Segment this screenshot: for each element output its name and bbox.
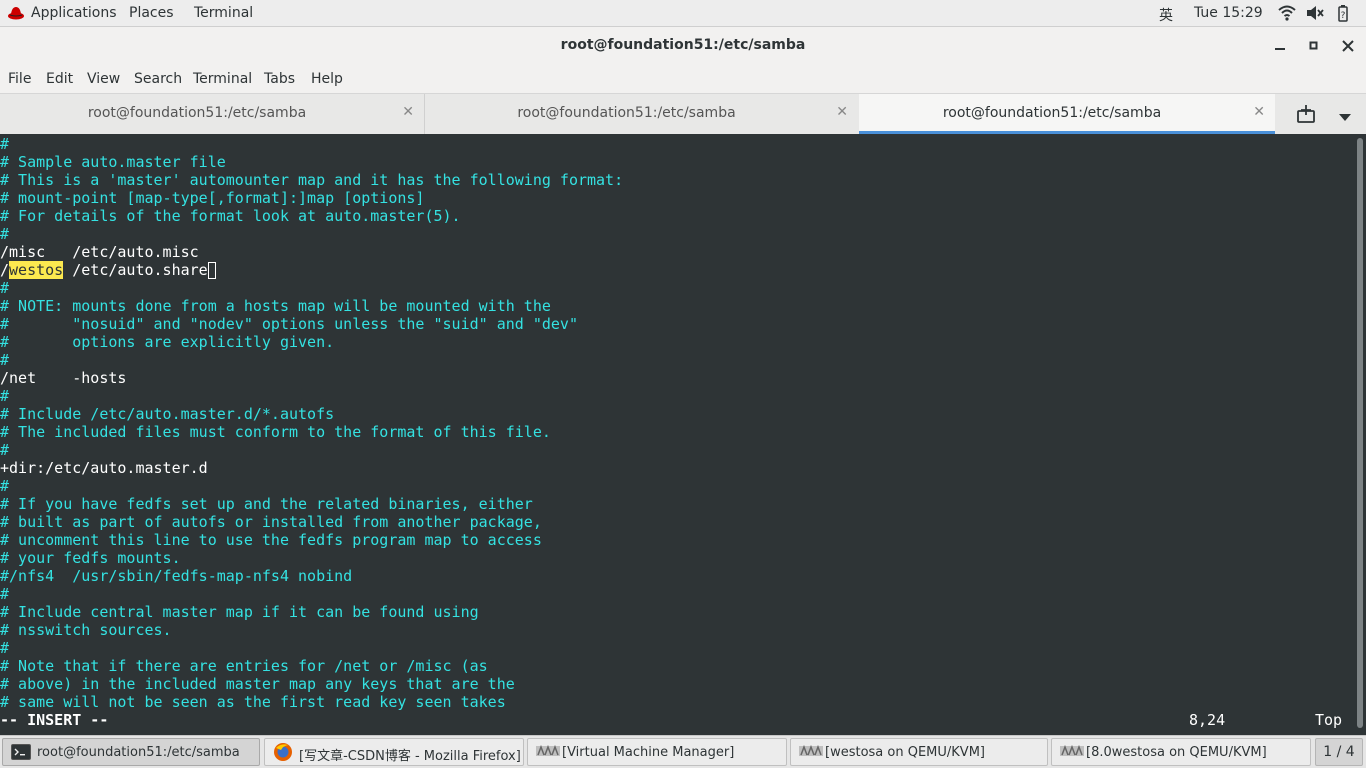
minimize-button[interactable] <box>1269 35 1291 57</box>
virt-manager-icon <box>1060 744 1084 760</box>
menu-help[interactable]: Help <box>311 71 343 87</box>
close-tab-icon[interactable]: ✕ <box>836 104 848 120</box>
menu-terminal[interactable]: Terminal <box>193 71 252 87</box>
menu-file[interactable]: File <box>8 71 31 87</box>
terminal-line: # same will not be seen as the first rea… <box>0 693 506 711</box>
terminal-line: # <box>0 351 10 369</box>
terminal-line: # <box>0 387 10 405</box>
terminal-line: # Note that if there are entries for /ne… <box>0 657 488 675</box>
close-tab-icon[interactable]: ✕ <box>1253 104 1265 120</box>
svg-text:?: ? <box>1341 11 1346 21</box>
taskbar-item-firefox[interactable]: [写文章-CSDN博客 - Mozilla Firefox] <box>264 738 524 766</box>
menu-view[interactable]: View <box>87 71 120 87</box>
volume-muted-icon[interactable] <box>1305 4 1325 26</box>
terminal-line: # <box>0 441 10 459</box>
terminal-tab-1[interactable]: root@foundation51:/etc/samba ✕ <box>0 94 425 134</box>
places-menu[interactable]: Places <box>129 5 174 21</box>
tab-label: root@foundation51:/etc/samba <box>517 105 736 121</box>
firefox-icon <box>273 743 293 761</box>
terminal-scrollbar[interactable] <box>1354 134 1366 735</box>
top-panel: Applications Places Terminal 英 Tue 15:29… <box>0 0 1366 27</box>
taskbar-item-label: root@foundation51:/etc/samba <box>37 745 240 760</box>
workspace-switcher[interactable]: 1 / 4 <box>1315 738 1363 766</box>
window-titlebar[interactable]: root@foundation51:/etc/samba <box>0 27 1366 65</box>
terminal-line: # Include central master map if it can b… <box>0 603 479 621</box>
search-highlight: westos <box>9 261 64 279</box>
new-tab-icon[interactable] <box>1296 104 1316 128</box>
terminal-line: # "nosuid" and "nodev" options unless th… <box>0 315 578 333</box>
terminal-line: # your fedfs mounts. <box>0 549 181 567</box>
battery-icon[interactable]: ? <box>1338 4 1348 26</box>
terminal-line: # built as part of autofs or installed f… <box>0 513 542 531</box>
taskbar-item-virt-manager[interactable]: [Virtual Machine Manager] <box>527 738 787 766</box>
taskbar-item-label: [写文章-CSDN博客 - Mozilla Firefox] <box>299 749 521 764</box>
terminal-line: +dir:/etc/auto.master.d <box>0 459 208 477</box>
terminal-line: # NOTE: mounts done from a hosts map wil… <box>0 297 551 315</box>
taskbar-item-8-0westosa[interactable]: [8.0westosa on QEMU/KVM] <box>1051 738 1311 766</box>
terminal-line: # If you have fedfs set up and the relat… <box>0 495 533 513</box>
taskbar-item-label: [Virtual Machine Manager] <box>562 745 735 760</box>
terminal-icon <box>11 744 31 760</box>
terminal-line: # above) in the included master map any … <box>0 675 515 693</box>
menu-search[interactable]: Search <box>134 71 182 87</box>
edited-line-text: /westos /etc/auto.share <box>0 261 208 279</box>
tab-list-dropdown-icon[interactable] <box>1339 110 1351 126</box>
scroll-status: Top <box>1315 711 1343 729</box>
terminal-tab-2[interactable]: root@foundation51:/etc/samba ✕ <box>425 94 858 134</box>
close-tab-icon[interactable]: ✕ <box>402 104 414 120</box>
terminal-view[interactable]: # # Sample auto.master file # This is a … <box>0 134 1354 735</box>
window-title: root@foundation51:/etc/samba <box>560 37 806 53</box>
menu-tabs[interactable]: Tabs <box>264 71 295 87</box>
terminal-line: # <box>0 279 10 297</box>
terminal-line: # uncomment this line to use the fedfs p… <box>0 531 542 549</box>
terminal-app-menu[interactable]: Terminal <box>194 5 253 21</box>
terminal-tab-3[interactable]: root@foundation51:/etc/samba ✕ <box>859 94 1275 134</box>
cursor-position: 8,24 <box>1189 711 1226 729</box>
terminal-line: /net -hosts <box>0 369 127 387</box>
terminal-line: # <box>0 585 10 603</box>
menu-bar: File Edit View Search Terminal Tabs Help <box>0 65 1366 93</box>
terminal-line: # nsswitch sources. <box>0 621 172 639</box>
taskbar-item-westosa[interactable]: [westosa on QEMU/KVM] <box>790 738 1048 766</box>
network-wireless-icon[interactable] <box>1278 4 1296 26</box>
terminal-line: # This is a 'master' automounter map and… <box>0 171 624 189</box>
tab-label: root@foundation51:/etc/samba <box>942 105 1162 121</box>
tab-label: root@foundation51:/etc/samba <box>87 105 307 121</box>
scrollbar-thumb[interactable] <box>1357 138 1363 728</box>
input-method-indicator[interactable]: 英 <box>1159 5 1173 25</box>
menu-edit[interactable]: Edit <box>46 71 73 87</box>
terminal-line: # The included files must conform to the… <box>0 423 551 441</box>
applications-menu[interactable]: Applications <box>31 5 117 21</box>
taskbar-item-label: [8.0westosa on QEMU/KVM] <box>1086 745 1267 760</box>
taskbar-item-terminal[interactable]: root@foundation51:/etc/samba <box>2 738 260 766</box>
redhat-logo-icon <box>7 4 25 26</box>
terminal-line: # <box>0 477 10 495</box>
clock[interactable]: Tue 15:29 <box>1194 5 1263 21</box>
virt-manager-icon <box>799 744 823 760</box>
terminal-line: # mount-point [map-type[,format]:]map [o… <box>0 189 425 207</box>
terminal-line: /misc /etc/auto.misc <box>0 243 199 261</box>
taskbar-item-label: [westosa on QEMU/KVM] <box>825 745 985 760</box>
vim-mode-indicator: -- INSERT -- <box>0 711 109 729</box>
close-window-button[interactable] <box>1337 35 1359 57</box>
virt-manager-icon <box>536 744 560 760</box>
bottom-taskbar: root@foundation51:/etc/samba [写文章-CSDN博客… <box>0 735 1366 768</box>
terminal-line: # Include /etc/auto.master.d/*.autofs <box>0 405 335 423</box>
maximize-button[interactable] <box>1303 35 1325 57</box>
tab-bar: root@foundation51:/etc/samba ✕ root@foun… <box>0 93 1366 134</box>
terminal-line: # <box>0 135 10 153</box>
text-cursor <box>207 262 216 279</box>
terminal-line: #/nfs4 /usr/sbin/fedfs-map-nfs4 nobind <box>0 567 353 585</box>
terminal-line: # Sample auto.master file <box>0 153 226 171</box>
terminal-line-edited: /westos /etc/auto.share <box>0 261 216 279</box>
terminal-line: # <box>0 639 10 657</box>
terminal-line: # <box>0 225 10 243</box>
terminal-line: # For details of the format look at auto… <box>0 207 461 225</box>
terminal-line: # options are explicitly given. <box>0 333 335 351</box>
